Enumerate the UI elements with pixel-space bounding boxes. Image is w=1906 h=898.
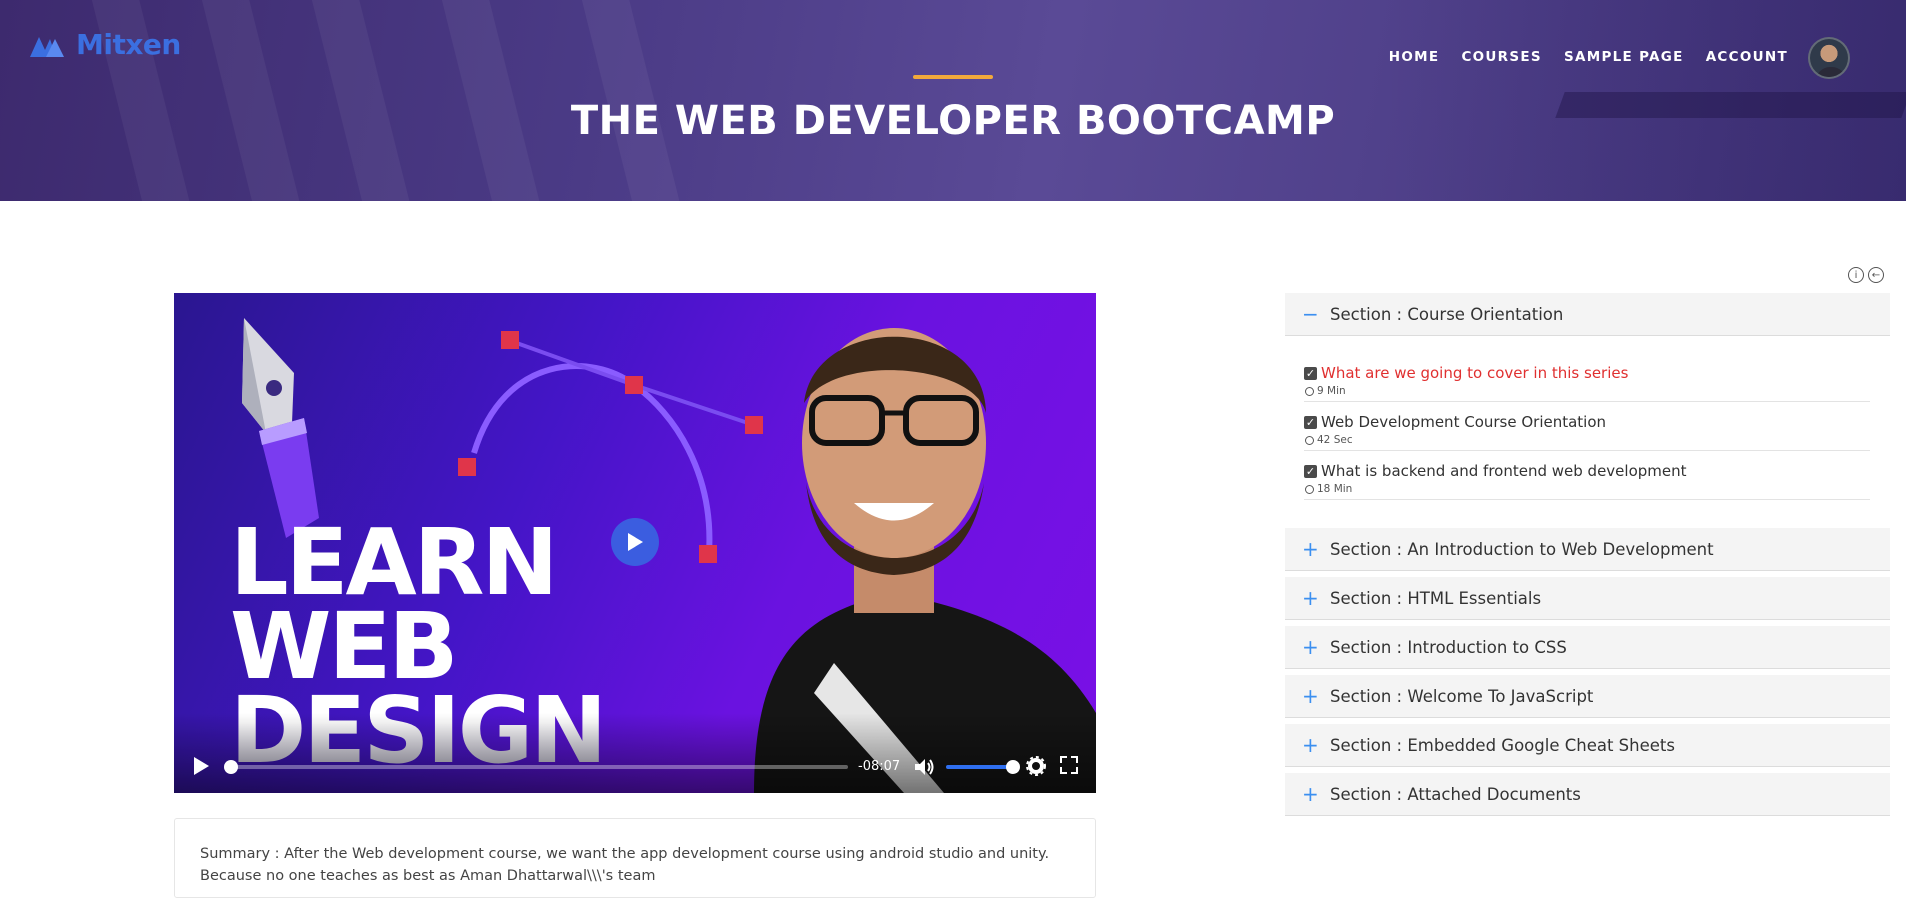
nav-sample-page[interactable]: SAMPLE PAGE xyxy=(1564,49,1684,65)
lesson-item[interactable]: ✓ What are we going to cover in this ser… xyxy=(1304,353,1870,402)
page-title: THE WEB DEVELOPER BOOTCAMP xyxy=(570,98,1336,144)
site-logo[interactable]: Mitxen xyxy=(30,28,181,61)
course-summary: Summary : After the Web development cour… xyxy=(174,818,1096,898)
fullscreen-button[interactable] xyxy=(1060,756,1078,778)
section-label: Section : Attached Documents xyxy=(1330,784,1581,804)
nav-account[interactable]: ACCOUNT xyxy=(1706,49,1788,65)
section-label: Section : Introduction to CSS xyxy=(1330,637,1567,657)
summary-text: Summary : After the Web development cour… xyxy=(200,846,1050,884)
collapse-icon: − xyxy=(1302,302,1319,326)
completed-checkbox[interactable]: ✓ xyxy=(1304,415,1317,429)
time-remaining: -08:07 xyxy=(858,759,901,774)
section-html-essentials[interactable]: + Section : HTML Essentials xyxy=(1285,577,1890,620)
seek-bar[interactable] xyxy=(224,760,848,774)
main-nav: HOME COURSES SAMPLE PAGE ACCOUNT xyxy=(1389,49,1788,65)
play-icon xyxy=(194,757,209,775)
section-attached-documents[interactable]: + Section : Attached Documents xyxy=(1285,773,1890,816)
section-google-cheat-sheets[interactable]: + Section : Embedded Google Cheat Sheets xyxy=(1285,724,1890,767)
volume-handle[interactable] xyxy=(1006,760,1020,774)
duration-icon xyxy=(1305,386,1314,396)
expand-icon: + xyxy=(1302,586,1319,610)
back-arrow-icon[interactable]: ← xyxy=(1868,267,1884,283)
lesson-title[interactable]: What are we going to cover in this serie… xyxy=(1321,364,1628,382)
expand-icon: + xyxy=(1302,635,1319,659)
lesson-duration: 18 Min xyxy=(1317,483,1353,495)
gear-icon xyxy=(1026,756,1046,776)
logo-mark-icon xyxy=(30,36,64,57)
lesson-title[interactable]: Web Development Course Orientation xyxy=(1321,413,1606,431)
play-button[interactable] xyxy=(192,756,210,780)
lesson-item[interactable]: ✓ What is backend and frontend web devel… xyxy=(1304,451,1870,500)
volume-slider[interactable] xyxy=(946,760,1020,774)
section-intro-css[interactable]: + Section : Introduction to CSS xyxy=(1285,626,1890,669)
lesson-duration: 9 Min xyxy=(1317,385,1346,397)
title-accent-bar xyxy=(913,75,993,79)
section-label: Section : Embedded Google Cheat Sheets xyxy=(1330,735,1675,755)
seek-handle[interactable] xyxy=(224,760,238,774)
center-play-button[interactable] xyxy=(611,518,659,566)
section-course-orientation[interactable]: − Section : Course Orientation xyxy=(1285,293,1890,336)
video-player[interactable]: LEARN WEB DESIGN -08:07 xyxy=(174,293,1096,793)
play-icon xyxy=(628,533,643,551)
section-label: Section : Course Orientation xyxy=(1330,304,1564,324)
nav-home[interactable]: HOME xyxy=(1389,49,1440,65)
section-intro-web-dev[interactable]: + Section : An Introduction to Web Devel… xyxy=(1285,528,1890,571)
logo-text: Mitxen xyxy=(76,28,181,61)
section-label: Section : Welcome To JavaScript xyxy=(1330,686,1594,706)
lesson-list: ✓ What are we going to cover in this ser… xyxy=(1304,353,1870,500)
volume-button[interactable] xyxy=(914,757,936,781)
volume-icon xyxy=(915,759,934,775)
controls-overlay xyxy=(174,713,1096,793)
expand-icon: + xyxy=(1302,782,1319,806)
section-label: Section : HTML Essentials xyxy=(1330,588,1542,608)
duration-icon xyxy=(1305,435,1314,445)
lesson-title[interactable]: What is backend and frontend web develop… xyxy=(1321,462,1687,480)
completed-checkbox[interactable]: ✓ xyxy=(1304,464,1317,478)
section-label: Section : An Introduction to Web Develop… xyxy=(1330,539,1714,559)
lesson-duration: 42 Sec xyxy=(1317,434,1353,446)
section-javascript[interactable]: + Section : Welcome To JavaScript xyxy=(1285,675,1890,718)
hero-banner: Mitxen HOME COURSES SAMPLE PAGE ACCOUNT … xyxy=(0,0,1906,201)
expand-icon: + xyxy=(1302,733,1319,757)
expand-icon: + xyxy=(1302,537,1319,561)
lesson-item[interactable]: ✓ Web Development Course Orientation 42 … xyxy=(1304,402,1870,451)
duration-icon xyxy=(1305,484,1314,494)
info-icon[interactable]: i xyxy=(1848,267,1864,283)
nav-courses[interactable]: COURSES xyxy=(1461,49,1542,65)
expand-icon: + xyxy=(1302,684,1319,708)
settings-button[interactable] xyxy=(1026,756,1046,780)
fullscreen-icon xyxy=(1060,756,1078,774)
completed-checkbox[interactable]: ✓ xyxy=(1304,366,1317,380)
avatar[interactable] xyxy=(1808,37,1850,79)
sidebar-toolbar: i ← xyxy=(1848,267,1884,283)
